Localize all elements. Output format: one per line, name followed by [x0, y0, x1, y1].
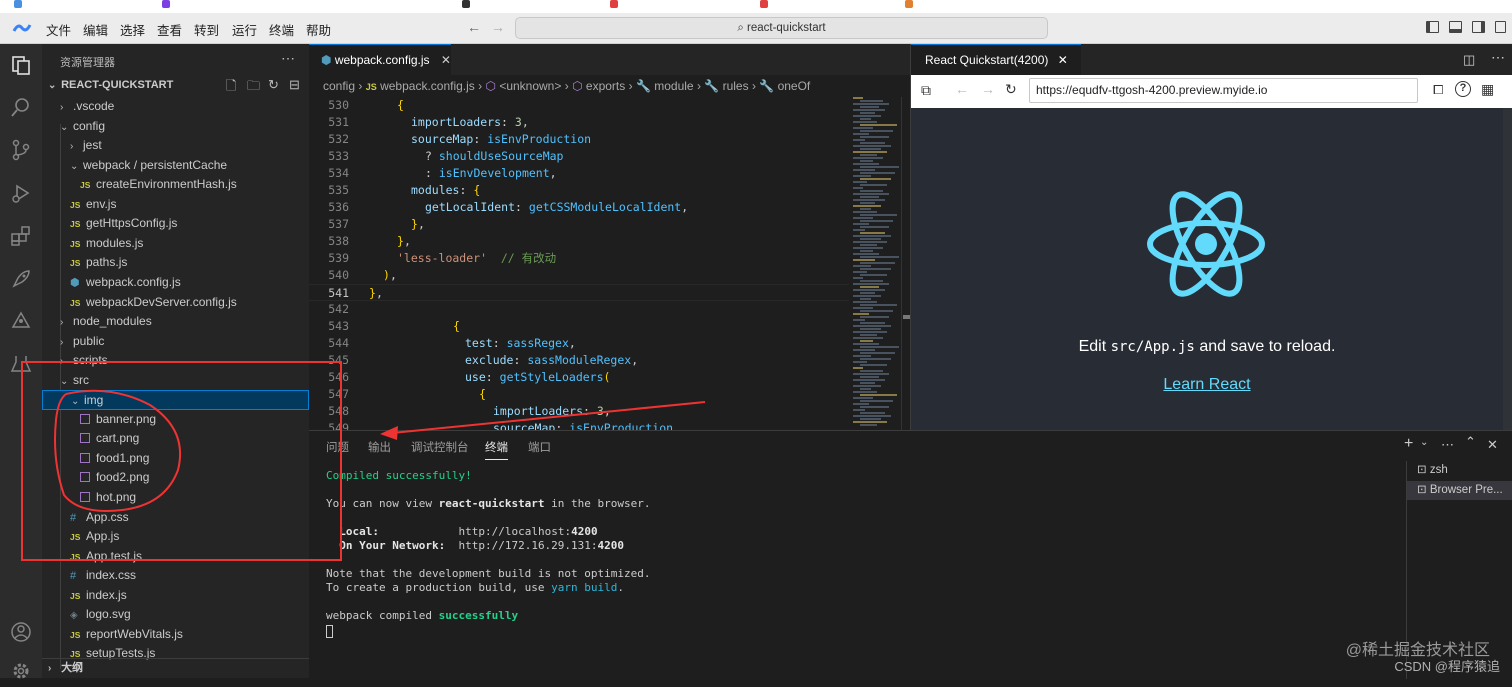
annotation-arrowhead [380, 426, 398, 440]
annotation-circle [54, 389, 182, 512]
watermark-csdn: CSDN @程序猿追 [1394, 659, 1500, 674]
annotation-overlay [54, 389, 706, 512]
annotation-arrow [391, 401, 706, 434]
